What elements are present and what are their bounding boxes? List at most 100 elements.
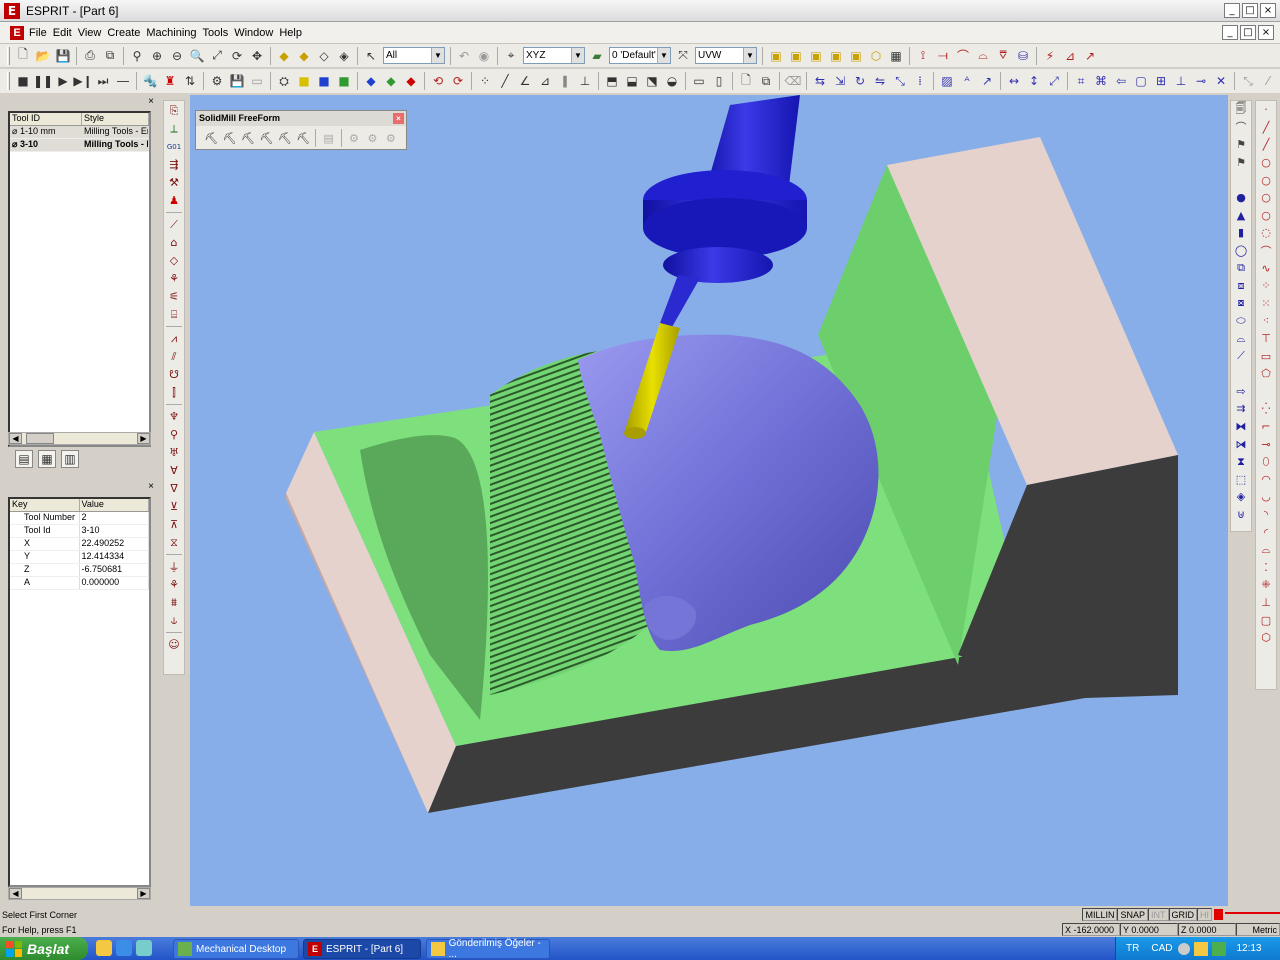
- feature-sew-icon[interactable]: ⧒: [1232, 435, 1250, 453]
- op-5axis-icon[interactable]: ♆: [165, 408, 183, 425]
- scroll-left-icon[interactable]: ◀: [9, 433, 22, 444]
- feature-flag-icon[interactable]: ⚑: [1232, 136, 1250, 154]
- circle-3pt-icon[interactable]: ○: [1257, 171, 1275, 189]
- fillet-icon[interactable]: ⌒: [954, 47, 972, 65]
- op-axis-icon[interactable]: ⟂: [165, 120, 183, 137]
- menu-tools[interactable]: Tools: [200, 27, 232, 39]
- snap-mid-icon[interactable]: ⌘: [1092, 72, 1110, 90]
- ff-rest-icon[interactable]: ⛏: [277, 129, 293, 147]
- transform-icon[interactable]: ⇆: [811, 72, 829, 90]
- surface-revolve-icon[interactable]: ◒: [663, 72, 681, 90]
- feature-unite-icon[interactable]: ⊎: [1232, 506, 1250, 524]
- arrow-icon[interactable]: ↗: [1081, 47, 1099, 65]
- clock[interactable]: 12:13: [1236, 943, 1261, 954]
- tab-layers-icon[interactable]: ▦: [38, 450, 56, 468]
- op-groove-icon[interactable]: ⚘: [165, 576, 183, 593]
- point-grid-icon[interactable]: ⁘: [476, 72, 494, 90]
- hidden-line-icon[interactable]: ◈: [335, 47, 353, 65]
- workplane-select[interactable]: UVW ▼: [695, 47, 757, 64]
- ff-zlevel-icon[interactable]: ⛏: [240, 129, 256, 147]
- zoom-out-icon[interactable]: ⊖: [168, 47, 186, 65]
- solid-view-icon[interactable]: ⛭: [275, 72, 293, 90]
- op-drill-icon[interactable]: ⚘: [165, 270, 183, 287]
- zoom-window-icon[interactable]: 🔍: [188, 47, 206, 65]
- spline-icon[interactable]: ∿: [1257, 259, 1275, 277]
- op-tool-icon[interactable]: ⚒: [165, 174, 183, 191]
- sim-play-icon[interactable]: ▶: [54, 72, 72, 90]
- view-left-icon[interactable]: ▣: [827, 47, 845, 65]
- language-indicator[interactable]: TR: [1126, 943, 1139, 954]
- chain-icon[interactable]: ⟲: [429, 72, 447, 90]
- feature-cone-icon[interactable]: ▲: [1232, 207, 1250, 225]
- feature-cylinder-icon[interactable]: ▮: [1232, 224, 1250, 242]
- op-thread-icon[interactable]: ⚟: [165, 288, 183, 305]
- close-icon[interactable]: ×: [146, 482, 156, 492]
- menu-create[interactable]: Create: [104, 27, 143, 39]
- task-mechanical-desktop[interactable]: Mechanical Desktop: [173, 939, 299, 959]
- line-perp-icon[interactable]: ⊥: [576, 72, 594, 90]
- zoom-in-icon[interactable]: ⊕: [148, 47, 166, 65]
- ellipse-icon[interactable]: ⬯: [1257, 453, 1275, 471]
- snap-int-icon[interactable]: ✕: [1212, 72, 1230, 90]
- zoom-dynamic-icon[interactable]: ⚲: [128, 47, 146, 65]
- chain-auto-icon[interactable]: ⟳: [449, 72, 467, 90]
- view-iso-icon[interactable]: ⬡: [867, 47, 885, 65]
- feature-split-icon[interactable]: ⧗: [1232, 453, 1250, 471]
- new-icon[interactable]: 🗋: [14, 47, 32, 65]
- ff-parallel-icon[interactable]: ⛏: [221, 129, 237, 147]
- rotate-geo-icon[interactable]: ↻: [851, 72, 869, 90]
- op-rest-icon[interactable]: ⧖: [165, 534, 183, 551]
- feature-solid-icon[interactable]: ◈: [1232, 488, 1250, 506]
- corner-icon[interactable]: ⌐: [1257, 418, 1275, 436]
- op-face-icon[interactable]: ◇: [165, 252, 183, 269]
- quicklaunch-media-icon[interactable]: [136, 940, 152, 956]
- property-row[interactable]: Z -6.750681: [10, 564, 149, 577]
- close-icon[interactable]: ×: [393, 113, 404, 124]
- op-contour-icon[interactable]: ⟋: [165, 216, 183, 233]
- scroll-left-icon[interactable]: ◀: [9, 888, 22, 899]
- op-spiral-icon[interactable]: ∇: [165, 480, 183, 497]
- snap-tan-icon[interactable]: ⊸: [1192, 72, 1210, 90]
- task-esprit[interactable]: E ESPRIT - [Part 6]: [303, 939, 421, 959]
- view-back-icon[interactable]: ▣: [847, 47, 865, 65]
- open-icon[interactable]: 📂: [34, 47, 52, 65]
- hatch-icon[interactable]: ▨: [938, 72, 956, 90]
- op-zlevel-icon[interactable]: ☋: [165, 366, 183, 383]
- feature-stitch-icon[interactable]: ⧓: [1232, 418, 1250, 436]
- tab-tools-icon[interactable]: ▥: [61, 450, 79, 468]
- arc-cen-icon[interactable]: ◜: [1257, 523, 1275, 541]
- tool-path-icon[interactable]: ⇅: [181, 72, 199, 90]
- layer-select[interactable]: 0 'Default' ▼: [609, 47, 671, 64]
- dim-align-icon[interactable]: ⤢: [1045, 72, 1063, 90]
- layer-icon[interactable]: ▰: [588, 47, 606, 65]
- surface-loft-icon[interactable]: ⬓: [623, 72, 641, 90]
- feature-intersect-icon[interactable]: ⧇: [1232, 295, 1250, 313]
- ff-flow-icon[interactable]: ⛏: [295, 129, 311, 147]
- extend-icon[interactable]: ⟞: [934, 47, 952, 65]
- op-probe-icon[interactable]: ⫝: [165, 612, 183, 629]
- op-gcode-icon[interactable]: G01: [165, 138, 183, 155]
- cplane-select[interactable]: XYZ ▼: [523, 47, 585, 64]
- ff-pencil-icon[interactable]: ⛏: [258, 129, 274, 147]
- snap-box-icon[interactable]: ▢: [1132, 72, 1150, 90]
- line-2pt-icon[interactable]: ╱: [1257, 136, 1275, 154]
- menu-view[interactable]: View: [75, 27, 105, 39]
- op-post-icon[interactable]: ⇶: [165, 156, 183, 173]
- points-curve-icon[interactable]: ⁖: [1257, 312, 1275, 330]
- quicklaunch-outlook-icon[interactable]: [96, 940, 112, 956]
- copy-layer-icon[interactable]: ⧉: [757, 72, 775, 90]
- rect-icon[interactable]: ▭: [1257, 347, 1275, 365]
- dim-horiz-icon[interactable]: ↔: [1005, 72, 1023, 90]
- op-parallel-icon[interactable]: ⫽: [165, 348, 183, 365]
- snap-end-icon[interactable]: ⌗: [1072, 72, 1090, 90]
- wireframe-icon[interactable]: ◇: [315, 47, 333, 65]
- sim-save-icon[interactable]: 💾: [228, 72, 246, 90]
- circle-tan-icon[interactable]: ○: [1257, 189, 1275, 207]
- erase-icon[interactable]: ⌫: [784, 72, 802, 90]
- op-pencil-icon[interactable]: ⫿: [165, 384, 183, 401]
- menu-edit[interactable]: Edit: [50, 27, 75, 39]
- op-offset-icon[interactable]: ⊼: [165, 516, 183, 533]
- close-icon[interactable]: ×: [146, 97, 156, 107]
- task-outlook[interactable]: Gönderilmiş Öğeler - ...: [426, 938, 550, 960]
- op-project-icon[interactable]: ⊻: [165, 498, 183, 515]
